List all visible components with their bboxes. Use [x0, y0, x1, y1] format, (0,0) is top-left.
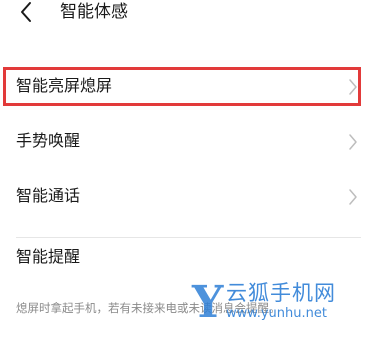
setting-item-smart-screen-on-off[interactable]: 智能亮屏熄屏: [0, 62, 370, 112]
chevron-right-icon: [349, 134, 357, 150]
settings-screen: 智能体感 智能亮屏熄屏 手势唤醒 智能通话 智能提醒 熄屏时拿起手机，若有未接来…: [0, 0, 370, 341]
chevron-right-icon: [349, 79, 357, 95]
setting-item-label: 智能亮屏熄屏: [16, 76, 113, 95]
setting-item-smart-reminder[interactable]: 智能提醒: [0, 246, 370, 341]
setting-item-label: 手势唤醒: [16, 131, 81, 150]
setting-item-label: 智能提醒: [16, 247, 81, 266]
page-title: 智能体感: [60, 2, 128, 22]
setting-item-label: 智能通话: [16, 186, 81, 205]
back-button[interactable]: [16, 0, 38, 24]
setting-item-gesture-wake[interactable]: 手势唤醒: [0, 117, 370, 167]
section-divider: [16, 237, 361, 238]
header: 智能体感: [0, 0, 370, 28]
chevron-right-icon: [349, 189, 357, 205]
setting-item-smart-call[interactable]: 智能通话: [0, 172, 370, 222]
chevron-left-icon: [21, 2, 31, 22]
setting-item-description: 熄屏时拿起手机，若有未接来电或未读消息会提醒。: [16, 301, 281, 315]
